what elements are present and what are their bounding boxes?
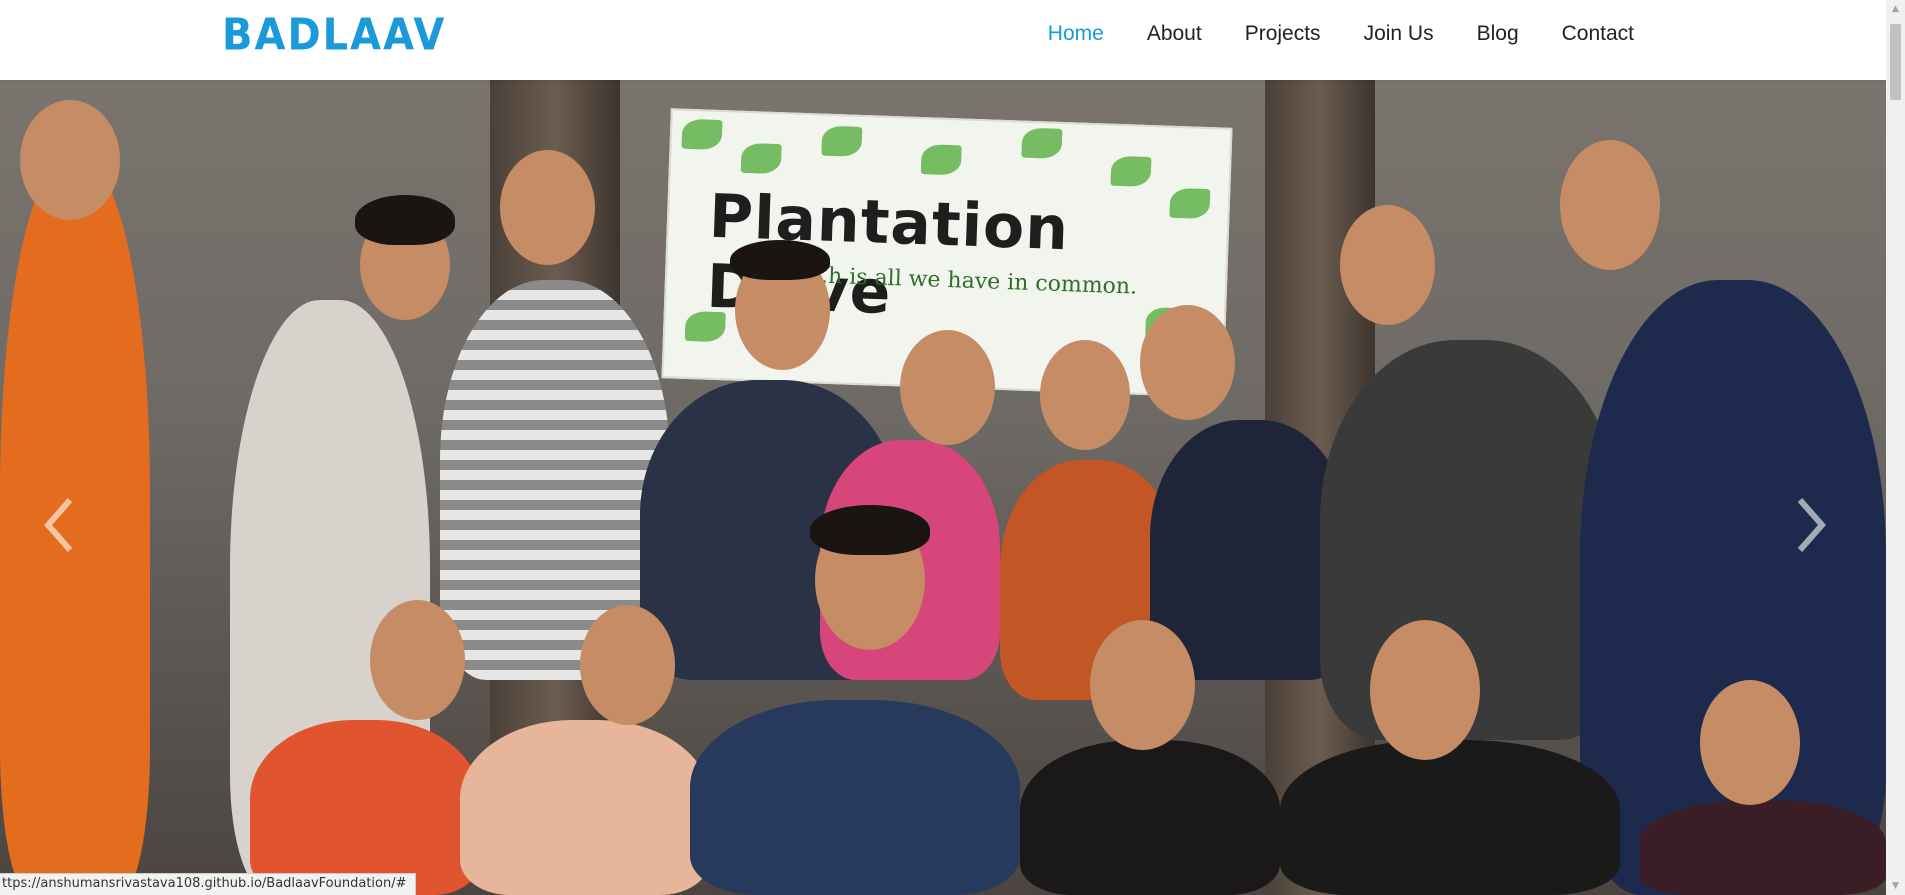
person xyxy=(690,700,1020,895)
nav-link-about[interactable]: About xyxy=(1147,22,1202,46)
person-head xyxy=(1090,620,1195,750)
person-head xyxy=(20,100,120,220)
scroll-down-icon[interactable]: ▼ xyxy=(1886,877,1905,895)
main-nav: Home About Projects Join Us Blog Contact xyxy=(1005,22,1634,46)
person-hair xyxy=(355,195,455,245)
leaf-decoration xyxy=(920,144,962,176)
nav-link-projects[interactable]: Projects xyxy=(1245,22,1321,46)
leaf-decoration xyxy=(821,125,863,157)
person-head xyxy=(1700,680,1800,805)
person-head xyxy=(1340,205,1435,325)
chevron-left-icon xyxy=(44,498,73,552)
hero-carousel: Plantation Drive ...h is all we have in … xyxy=(0,80,1886,895)
navbar: BADLAAV Home About Projects Join Us Blog… xyxy=(0,0,1886,80)
vertical-scrollbar[interactable]: ▲ ▼ xyxy=(1886,0,1905,895)
status-bar-url: ttps://anshumansrivastava108.github.io/B… xyxy=(0,873,416,895)
person-head xyxy=(580,605,675,725)
nav-link-home[interactable]: Home xyxy=(1048,22,1104,46)
nav-link-blog[interactable]: Blog xyxy=(1477,22,1519,46)
person xyxy=(250,720,480,895)
person xyxy=(1640,800,1886,895)
person-head xyxy=(370,600,465,720)
person-head xyxy=(900,330,995,445)
leaf-decoration xyxy=(681,118,723,151)
carousel-prev-button[interactable] xyxy=(40,495,80,555)
carousel-next-button[interactable] xyxy=(1790,495,1830,555)
chevron-right-icon xyxy=(1797,498,1826,552)
leaf-decoration xyxy=(740,142,782,175)
person-head xyxy=(1560,140,1660,270)
scroll-up-icon[interactable]: ▲ xyxy=(1886,0,1905,18)
nav-link-contact[interactable]: Contact xyxy=(1562,22,1634,46)
person xyxy=(1020,740,1280,895)
brand-logo[interactable]: BADLAAV xyxy=(222,10,446,61)
scroll-thumb[interactable] xyxy=(1890,24,1901,100)
leaf-decoration xyxy=(1021,127,1063,159)
nav-link-join-us[interactable]: Join Us xyxy=(1364,22,1434,46)
person-hair xyxy=(730,240,830,280)
person-head xyxy=(1140,305,1235,420)
person xyxy=(1280,740,1620,895)
person xyxy=(460,720,710,895)
person-head xyxy=(1040,340,1130,450)
person-hair xyxy=(810,505,930,555)
person-head xyxy=(500,150,595,265)
person-head xyxy=(1370,620,1480,760)
leaf-decoration xyxy=(1110,155,1152,188)
